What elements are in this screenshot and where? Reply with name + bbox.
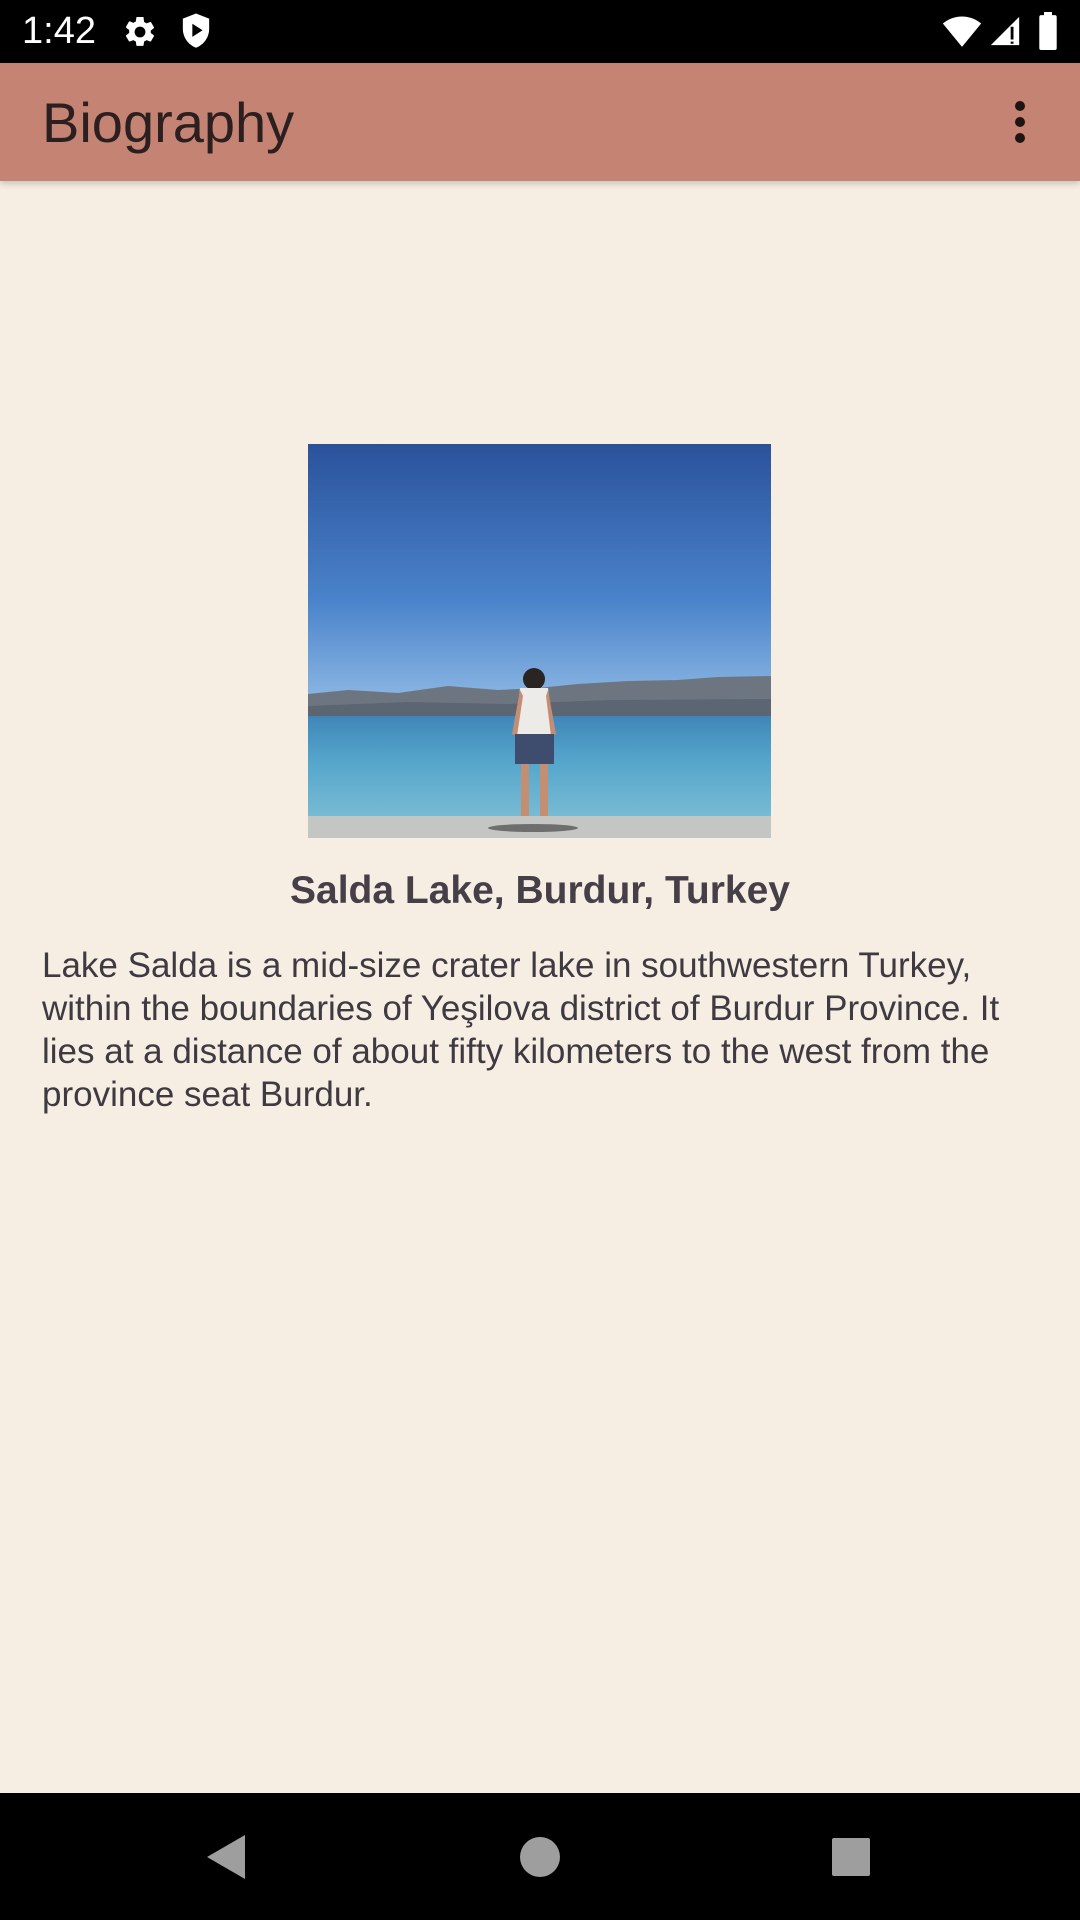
overflow-menu-button[interactable]: [960, 63, 1080, 181]
back-button[interactable]: [146, 1793, 306, 1920]
home-icon: [520, 1836, 560, 1877]
recents-button[interactable]: [771, 1793, 931, 1920]
page-title: Biography: [42, 91, 295, 154]
shield-icon: [178, 12, 214, 55]
back-icon: [207, 1834, 245, 1879]
battery-icon: [1038, 12, 1058, 55]
biography-content: Salda Lake, Burdur, Turkey Lake Salda is…: [0, 181, 1080, 1793]
status-bar: 1:42: [0, 0, 1080, 63]
status-time: 1:42: [22, 10, 96, 52]
navigation-bar: [0, 1793, 1080, 1920]
more-vert-icon: [1015, 101, 1025, 143]
home-button[interactable]: [460, 1793, 620, 1920]
biography-text: Lake Salda is a mid-size crater lake in …: [42, 946, 1000, 1114]
lake-photo: [308, 444, 771, 838]
app-bar: Biography: [0, 63, 1080, 181]
gear-icon: [122, 14, 158, 55]
wifi-icon: [942, 14, 982, 53]
cell-signal-icon: [988, 14, 1022, 53]
photo-caption: Salda Lake, Burdur, Turkey: [290, 869, 790, 912]
recents-icon: [832, 1837, 870, 1876]
